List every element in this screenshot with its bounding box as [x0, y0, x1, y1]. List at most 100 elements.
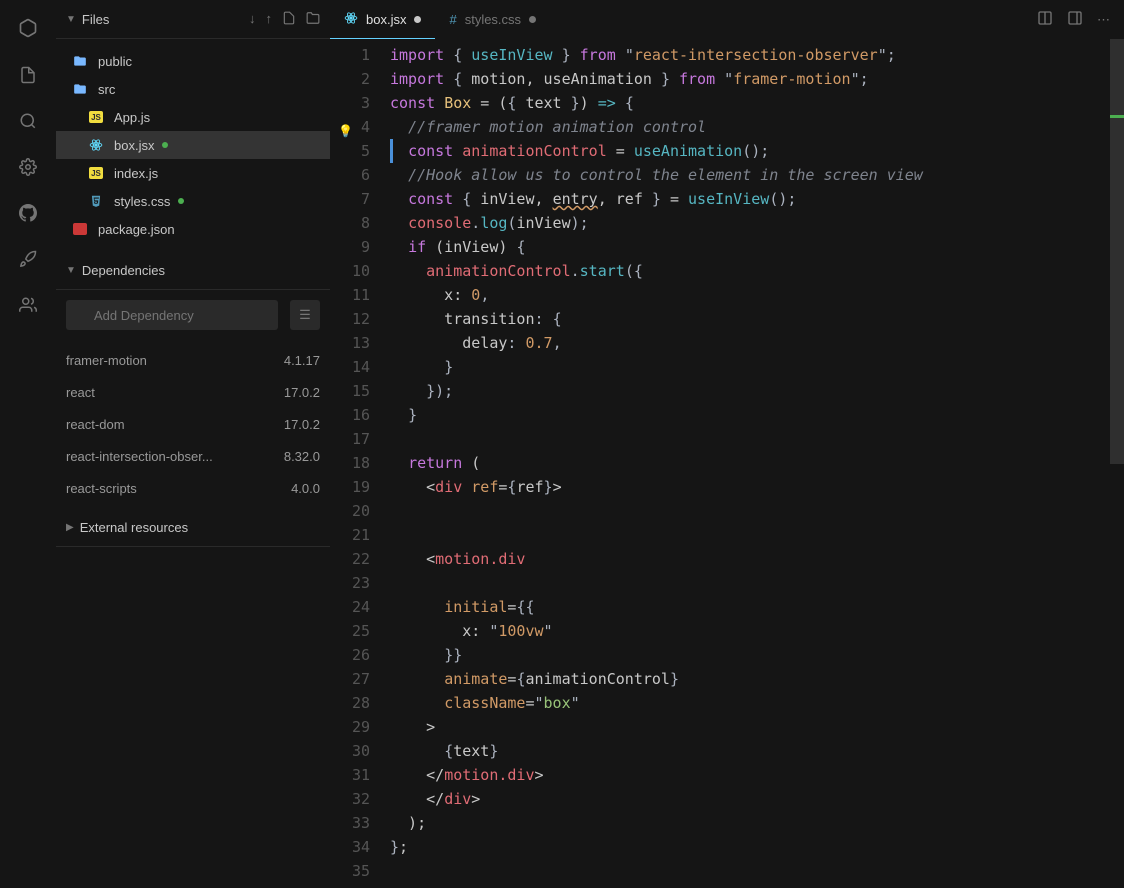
dep-version: 4.1.17	[284, 353, 320, 368]
dependency-list: framer-motion4.1.17react17.0.2react-dom1…	[56, 340, 330, 508]
deps-panel-title: Dependencies	[82, 263, 320, 278]
editor-main: box.jsx#styles.css ⋯ 1234💡56789101112131…	[330, 0, 1124, 888]
file-item-index-js[interactable]: JSindex.js	[56, 159, 330, 187]
code-line: }	[390, 403, 1110, 427]
line-number: 34	[330, 835, 370, 859]
users-icon[interactable]	[19, 296, 37, 314]
code-line: </div>	[390, 787, 1110, 811]
dep-item[interactable]: react-dom17.0.2	[66, 408, 320, 440]
cube-icon[interactable]	[18, 18, 38, 38]
more-icon[interactable]: ⋯	[1097, 12, 1110, 28]
code-line: <motion.div	[390, 547, 1110, 571]
line-number: 27	[330, 667, 370, 691]
line-number: 12	[330, 307, 370, 331]
download-icon[interactable]: ↓	[249, 11, 256, 28]
file-name: src	[98, 82, 115, 97]
new-folder-icon[interactable]	[306, 11, 320, 28]
line-number: 16	[330, 403, 370, 427]
dep-item[interactable]: framer-motion4.1.17	[66, 344, 320, 376]
code-line	[390, 499, 1110, 523]
dep-item[interactable]: react-scripts 4.0.0	[66, 472, 320, 504]
chevron-right-icon: ▶	[66, 522, 74, 533]
rocket-icon[interactable]	[19, 250, 37, 268]
code-line: if (inView) {	[390, 235, 1110, 259]
code-line: initial={{	[390, 595, 1110, 619]
line-number: 20	[330, 499, 370, 523]
dep-name: react-scripts	[66, 481, 137, 496]
github-icon[interactable]	[19, 204, 37, 222]
split-editor-icon[interactable]	[1037, 10, 1053, 29]
code-line: );	[390, 811, 1110, 835]
files-panel-header[interactable]: ▼ Files ↓ ↑	[56, 0, 330, 39]
file-tree: public src JSApp.jsbox.jsxJSindex.js styles…	[56, 39, 330, 251]
tab-label: box.jsx	[366, 12, 406, 27]
line-number: 11	[330, 283, 370, 307]
line-number: 9	[330, 235, 370, 259]
file-name: App.js	[114, 110, 150, 125]
chevron-down-icon: ▼	[66, 14, 76, 25]
code-line: const { inView, entry, ref } = useInView…	[390, 187, 1110, 211]
code-line: animate={animationControl}	[390, 667, 1110, 691]
minimap[interactable]	[1110, 39, 1124, 888]
new-file-icon[interactable]	[282, 11, 296, 28]
dep-version: 17.0.2	[284, 385, 320, 400]
code-line	[390, 571, 1110, 595]
file-item-box-jsx[interactable]: box.jsx	[56, 131, 330, 159]
file-item-src[interactable]: src	[56, 75, 330, 103]
line-number: 24	[330, 595, 370, 619]
code-line: animationControl.start({	[390, 259, 1110, 283]
current-line-highlight	[390, 139, 1110, 163]
tab-styles-css[interactable]: # styles.css	[435, 0, 550, 39]
lightbulb-icon[interactable]: 💡	[338, 119, 353, 143]
dep-item[interactable]: react17.0.2	[66, 376, 320, 408]
file-item-styles-css[interactable]: styles.css	[56, 187, 330, 215]
files-panel-title: Files	[82, 12, 249, 27]
code-line: import { useInView } from "react-interse…	[390, 43, 1110, 67]
line-number: 10	[330, 259, 370, 283]
file-name: package.json	[98, 222, 175, 237]
line-number: 31	[330, 763, 370, 787]
line-number: 29	[330, 715, 370, 739]
line-number: 28	[330, 691, 370, 715]
dep-item[interactable]: react-intersection-obser...8.32.0	[66, 440, 320, 472]
line-number: 22	[330, 547, 370, 571]
layout-icon[interactable]	[1067, 10, 1083, 29]
upload-icon[interactable]: ↑	[266, 11, 273, 28]
file-item-package-json[interactable]: package.json	[56, 215, 330, 243]
add-dependency-input[interactable]	[66, 300, 278, 330]
line-number: 3	[330, 91, 370, 115]
ext-panel-title: External resources	[80, 520, 320, 535]
modified-dot	[414, 16, 421, 23]
file-item-public[interactable]: public	[56, 47, 330, 75]
line-number: 6	[330, 163, 370, 187]
dep-name: react-dom	[66, 417, 125, 432]
dep-menu-button[interactable]: ☰	[290, 300, 320, 330]
react-icon	[344, 11, 358, 28]
tab-label: styles.css	[465, 12, 521, 27]
code-line: const Box = ({ text }) => {	[390, 91, 1110, 115]
file-name: styles.css	[114, 194, 170, 209]
file-item-App-js[interactable]: JSApp.js	[56, 103, 330, 131]
line-number: 25	[330, 619, 370, 643]
line-number: 7	[330, 187, 370, 211]
modified-dot	[529, 16, 536, 23]
line-number: 30	[330, 739, 370, 763]
ext-panel-header[interactable]: ▶ External resources	[56, 508, 330, 547]
sidebar: ▼ Files ↓ ↑ public src JSApp.jsbox.jsxJSin…	[56, 0, 330, 888]
deps-panel-header[interactable]: ▼ Dependencies	[56, 251, 330, 290]
hash-icon: #	[449, 12, 456, 27]
code-line: transition: {	[390, 307, 1110, 331]
code-line: x: "100vw"	[390, 619, 1110, 643]
code-editor[interactable]: 1234💡56789101112131415161718192021222324…	[330, 39, 1124, 888]
line-number: 21	[330, 523, 370, 547]
line-number: 32	[330, 787, 370, 811]
search-icon[interactable]	[19, 112, 37, 130]
file-icon[interactable]	[19, 66, 37, 84]
file-name: index.js	[114, 166, 158, 181]
gear-icon[interactable]	[19, 158, 37, 176]
code-line: //Hook allow us to control the element i…	[390, 163, 1110, 187]
code-line: <div ref={ref}>	[390, 475, 1110, 499]
dep-version: 4.0.0	[291, 481, 320, 496]
tab-box-jsx[interactable]: box.jsx	[330, 0, 435, 39]
code-line: >	[390, 715, 1110, 739]
